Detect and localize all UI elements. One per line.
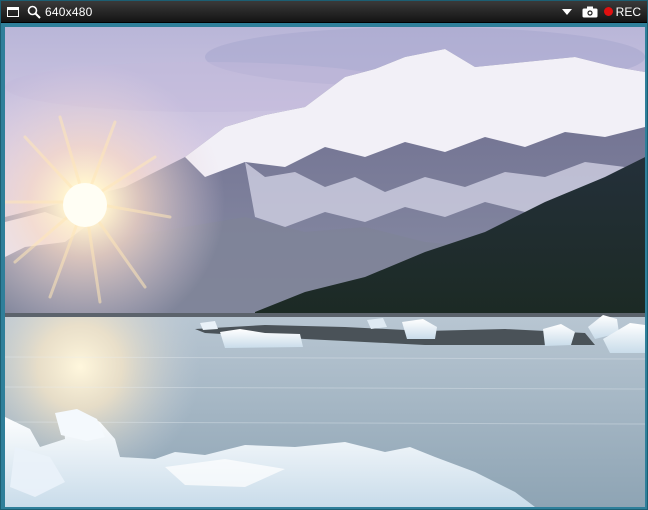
camera-icon[interactable] — [582, 6, 598, 18]
window-icon[interactable] — [7, 6, 19, 17]
record-dot-icon — [603, 7, 613, 16]
record-label: REC — [615, 4, 641, 19]
magnifier-icon[interactable] — [27, 5, 41, 19]
camera-viewer-window: 640x480 REC — [0, 0, 648, 510]
toolbar-right-group: REC — [561, 1, 647, 22]
resolution-label: 640x480 — [45, 4, 93, 19]
preview-image — [5, 27, 645, 507]
video-preview[interactable] — [5, 27, 645, 507]
record-button[interactable]: REC — [603, 4, 641, 19]
toolbar-left-group: 640x480 — [1, 1, 92, 22]
viewer-toolbar: 640x480 REC — [1, 1, 647, 23]
dropdown-arrow-icon[interactable] — [561, 8, 572, 15]
